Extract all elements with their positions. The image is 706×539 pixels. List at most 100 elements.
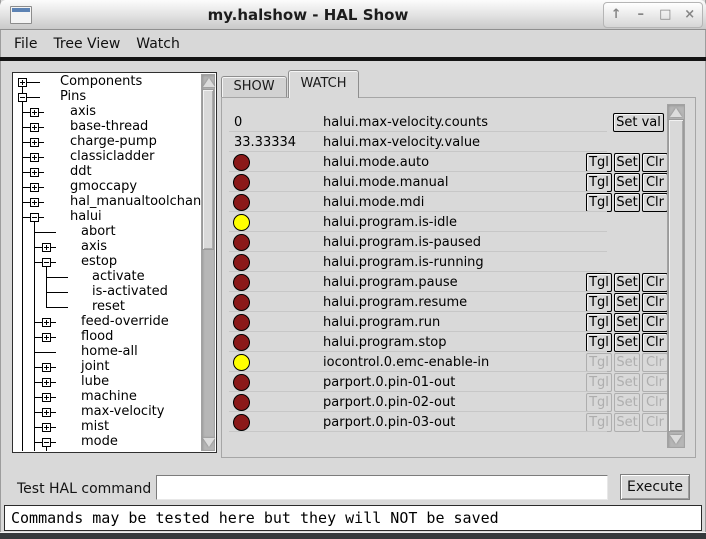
set-button[interactable]: Set xyxy=(614,153,640,172)
clr-button[interactable]: Clr xyxy=(642,153,668,172)
clr-button[interactable]: Clr xyxy=(642,173,668,192)
expander-plus-icon[interactable] xyxy=(30,138,39,147)
tree-item[interactable]: flood xyxy=(81,329,113,344)
expander-minus-icon[interactable] xyxy=(18,93,27,102)
row-separator xyxy=(229,391,607,392)
tree-item[interactable]: charge-pump xyxy=(70,134,157,149)
command-input[interactable] xyxy=(156,475,608,500)
expander-plus-icon[interactable] xyxy=(30,153,39,162)
set-button[interactable]: Set xyxy=(614,273,640,292)
clr-button: Clr xyxy=(642,373,668,392)
tree-item[interactable]: home-all xyxy=(81,344,138,359)
expander-plus-icon[interactable] xyxy=(42,318,51,327)
tgl-button[interactable]: Tgl xyxy=(586,153,612,172)
tree-item[interactable]: mist xyxy=(81,419,109,434)
tgl-button[interactable]: Tgl xyxy=(586,333,612,352)
tree-scrollbar[interactable] xyxy=(201,74,215,451)
expander-plus-icon[interactable] xyxy=(42,423,51,432)
tree-item[interactable]: reset xyxy=(92,299,125,314)
led-red-icon xyxy=(233,394,250,411)
titlebar[interactable]: my.halshow - HAL Show ↑ – □ × xyxy=(0,0,706,30)
tree-item[interactable]: mode xyxy=(81,434,118,449)
tree-item[interactable]: activate xyxy=(92,269,145,284)
expander-plus-icon[interactable] xyxy=(42,393,51,402)
watch-pin-value: 0 xyxy=(234,115,242,130)
watch-pin-name: halui.program.is-paused xyxy=(323,235,481,250)
expander-plus-icon[interactable] xyxy=(18,78,27,87)
set-button[interactable]: Set xyxy=(614,193,640,212)
scroll-down-icon[interactable] xyxy=(203,438,215,447)
led-red-icon xyxy=(233,314,250,331)
tree-item[interactable]: max-velocity xyxy=(81,404,164,419)
expander-plus-icon[interactable] xyxy=(30,198,39,207)
tree-item[interactable]: classicladder xyxy=(70,149,154,164)
execute-button[interactable]: Execute xyxy=(620,474,690,500)
tree-branch-line xyxy=(26,97,40,98)
watch-row: halui.mode.autoTglSetClr xyxy=(222,153,695,173)
tgl-button[interactable]: Tgl xyxy=(586,273,612,292)
watch-scrollbar-thumb[interactable] xyxy=(668,119,684,432)
tab-show[interactable]: SHOW xyxy=(221,76,287,97)
tree-item[interactable]: Pins xyxy=(60,89,86,104)
menu-watch[interactable]: Watch xyxy=(136,36,180,52)
expander-plus-icon[interactable] xyxy=(30,183,39,192)
tree-item[interactable]: feed-override xyxy=(81,314,169,329)
expander-plus-icon[interactable] xyxy=(30,123,39,132)
set-button[interactable]: Set xyxy=(614,173,640,192)
tree-item[interactable]: base-thread xyxy=(70,119,148,134)
set-button[interactable]: Set xyxy=(614,293,640,312)
expander-plus-icon[interactable] xyxy=(42,243,51,252)
tree-item[interactable]: ddt xyxy=(70,164,92,179)
tree-item[interactable]: is-activated xyxy=(92,284,168,299)
menu-tree-view[interactable]: Tree View xyxy=(53,36,120,52)
tgl-button[interactable]: Tgl xyxy=(586,293,612,312)
set-button[interactable]: Set xyxy=(614,333,640,352)
tree-scrollbar-thumb[interactable] xyxy=(202,89,214,250)
tree-item[interactable]: lube xyxy=(81,374,109,389)
scroll-down-icon[interactable] xyxy=(670,435,682,444)
expander-plus-icon[interactable] xyxy=(30,108,39,117)
maximize-button[interactable]: □ xyxy=(654,3,676,27)
minimize-button[interactable]: – xyxy=(630,3,652,27)
tree-item[interactable]: axis xyxy=(70,104,96,119)
scroll-up-icon[interactable] xyxy=(203,78,215,87)
tree-item[interactable]: estop xyxy=(81,254,117,269)
row-separator xyxy=(229,431,607,432)
watch-pin-name: halui.mode.mdi xyxy=(323,195,424,210)
shade-button[interactable]: ↑ xyxy=(605,3,627,27)
led-yellow-icon xyxy=(233,214,250,231)
watch-scrollbar[interactable] xyxy=(667,104,685,448)
expander-plus-icon[interactable] xyxy=(42,363,51,372)
clr-button[interactable]: Clr xyxy=(642,293,668,312)
expander-plus-icon[interactable] xyxy=(42,333,51,342)
expander-minus-icon[interactable] xyxy=(30,213,39,222)
tree-item[interactable]: axis xyxy=(81,239,107,254)
scroll-up-icon[interactable] xyxy=(670,108,682,117)
tree-item[interactable]: hal_manualtoolchan xyxy=(70,194,201,209)
close-button[interactable]: × xyxy=(679,3,701,27)
led-yellow-icon xyxy=(233,354,250,371)
tree-item[interactable]: joint xyxy=(81,359,110,374)
tree-item[interactable]: gmoccapy xyxy=(70,179,137,194)
expander-minus-icon[interactable] xyxy=(42,438,51,447)
clr-button[interactable]: Clr xyxy=(642,313,668,332)
tree-item[interactable]: machine xyxy=(81,389,137,404)
expander-plus-icon[interactable] xyxy=(30,168,39,177)
tree-item[interactable]: halui xyxy=(70,209,102,224)
set-button[interactable]: Set xyxy=(614,313,640,332)
tab-watch[interactable]: WATCH xyxy=(288,70,359,98)
expander-plus-icon[interactable] xyxy=(42,378,51,387)
tgl-button[interactable]: Tgl xyxy=(586,313,612,332)
expander-minus-icon[interactable] xyxy=(42,258,51,267)
clr-button[interactable]: Clr xyxy=(642,273,668,292)
menu-file[interactable]: File xyxy=(14,36,37,52)
clr-button[interactable]: Clr xyxy=(642,193,668,212)
tgl-button[interactable]: Tgl xyxy=(586,193,612,212)
tgl-button[interactable]: Tgl xyxy=(586,173,612,192)
clr-button[interactable]: Clr xyxy=(642,333,668,352)
set-val-button[interactable]: Set val xyxy=(613,113,664,132)
tree-item[interactable]: Components xyxy=(60,74,142,89)
expander-plus-icon[interactable] xyxy=(42,408,51,417)
row-separator xyxy=(229,331,607,332)
tree-item[interactable]: abort xyxy=(81,224,116,239)
